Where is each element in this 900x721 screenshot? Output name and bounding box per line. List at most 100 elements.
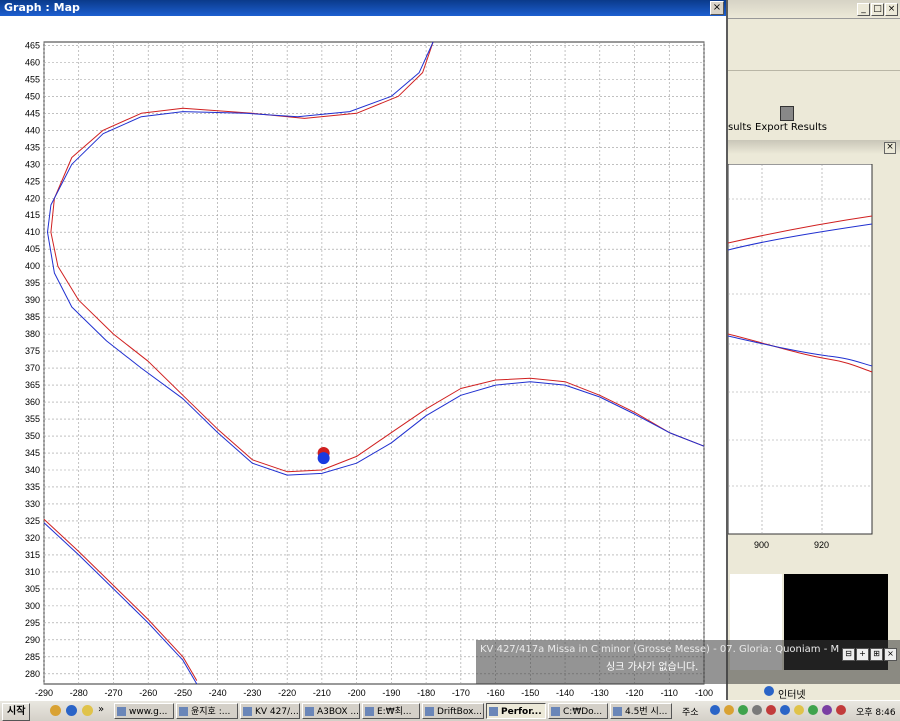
tray-icon[interactable] <box>766 705 776 715</box>
y-tick-label: 445 <box>25 108 40 118</box>
y-tick-label: 420 <box>25 193 40 203</box>
y-tick-label: 430 <box>25 159 40 169</box>
x-tick-label: -190 <box>382 688 400 698</box>
address-bar-label[interactable]: 주소 <box>682 705 699 718</box>
start-button[interactable]: 시작 <box>2 703 31 721</box>
tray-icon[interactable] <box>738 705 748 715</box>
track-title: KV 427/417a Missa in C minor (Grosse Mes… <box>480 644 840 655</box>
y-tick-label: 440 <box>25 125 40 135</box>
export-results-button[interactable]: Export Results <box>755 122 827 133</box>
y-tick-label: 355 <box>25 414 40 424</box>
tray-icon[interactable] <box>710 705 720 715</box>
x-tick-label: -160 <box>487 688 505 698</box>
map-window-title: Graph : Map <box>4 1 80 14</box>
taskbar-item[interactable]: A3BOX ... <box>302 703 360 719</box>
browser-icon[interactable] <box>66 705 77 716</box>
taskbar-item[interactable]: www.g... <box>114 703 174 719</box>
media-overlay: KV 427/417a Missa in C minor (Grosse Mes… <box>476 640 900 684</box>
x-tick-label: -280 <box>70 688 88 698</box>
window-icon <box>179 707 188 716</box>
secondary-titlebar[interactable]: × <box>728 140 900 154</box>
media-mini-button[interactable]: ⊟ <box>842 648 855 661</box>
map-titlebar[interactable]: Graph : Map × <box>0 0 726 16</box>
y-tick-label: 460 <box>25 57 40 67</box>
internet-zone-label: 인터넷 <box>778 690 806 701</box>
media-plus-button[interactable]: + <box>856 648 869 661</box>
tray-icon[interactable] <box>808 705 818 715</box>
y-tick-label: 385 <box>25 312 40 322</box>
y-tick-label: 370 <box>25 363 40 373</box>
y-tick-label: 395 <box>25 278 40 288</box>
tray-icon[interactable] <box>836 705 846 715</box>
x-tick-label: -170 <box>452 688 470 698</box>
x-tick-label: -110 <box>661 688 678 698</box>
taskbar-item[interactable]: C:₩Do... <box>548 703 608 719</box>
y-tick-label: 320 <box>25 533 40 543</box>
tray-icon[interactable] <box>752 705 762 715</box>
results-window: _ □ × sults Export Results <box>728 0 900 140</box>
x-tick-label: -270 <box>104 688 122 698</box>
x-tick-label: -100 <box>695 688 713 698</box>
y-tick-label: 285 <box>25 652 40 662</box>
secondary-close-button[interactable]: × <box>884 142 896 154</box>
y-tick-label: 365 <box>25 380 40 390</box>
y-tick-label: 345 <box>25 448 40 458</box>
toolbar-separator <box>728 70 900 71</box>
tray-icon[interactable] <box>780 705 790 715</box>
tray-icon[interactable] <box>724 705 734 715</box>
window-icon <box>551 707 560 716</box>
player-icon[interactable] <box>82 705 93 716</box>
secondary-x-tick: 900 <box>754 540 769 550</box>
tray-icon[interactable] <box>822 705 832 715</box>
x-tick-label: -140 <box>556 688 574 698</box>
save-icon[interactable] <box>780 106 794 121</box>
taskbar-item-active[interactable]: Perfor... <box>486 703 546 719</box>
plot-area <box>43 41 705 685</box>
results-titlebar[interactable]: _ □ × <box>728 0 900 19</box>
map-close-button[interactable]: × <box>710 1 724 15</box>
y-tick-label: 375 <box>25 346 40 356</box>
results-close-button[interactable]: × <box>885 3 898 16</box>
y-tick-label: 290 <box>25 635 40 645</box>
minimize-button[interactable]: _ <box>857 3 870 16</box>
y-tick-label: 330 <box>25 499 40 509</box>
media-expand-button[interactable]: ⊞ <box>870 648 883 661</box>
y-tick-label: 415 <box>25 210 40 220</box>
y-tick-label: 305 <box>25 584 40 594</box>
y-tick-label: 325 <box>25 516 40 526</box>
x-tick-label: -130 <box>591 688 609 698</box>
x-tick-label: -210 <box>313 688 331 698</box>
x-tick-label: -220 <box>278 688 296 698</box>
secondary-plot[interactable]: 900 920 <box>728 164 900 564</box>
map-window: Graph : Map × -290 -280 -270 -260 -250 -240 -2… <box>0 0 728 700</box>
y-tick-label: 465 <box>25 40 40 50</box>
results-button-label[interactable]: sults <box>728 122 751 133</box>
taskbar-item[interactable]: 4.5번 시... <box>610 703 672 719</box>
x-tick-label: -230 <box>243 688 261 698</box>
x-tick-label: -250 <box>174 688 192 698</box>
y-tick-label: 335 <box>25 482 40 492</box>
y-tick-label: 435 <box>25 142 40 152</box>
window-icon <box>117 707 126 716</box>
y-tick-label: 410 <box>25 227 40 237</box>
taskbar-item[interactable]: 윤지호 :... <box>176 703 238 719</box>
maximize-button[interactable]: □ <box>871 3 884 16</box>
taskbar-item[interactable]: E:₩최... <box>362 703 420 719</box>
taskbar-item[interactable]: DriftBox... <box>422 703 484 719</box>
y-tick-label: 425 <box>25 176 40 186</box>
y-tick-label: 340 <box>25 465 40 475</box>
taskbar-item[interactable]: KV 427/... <box>240 703 300 719</box>
more-quicklaunch-button[interactable]: » <box>98 704 104 715</box>
internet-zone-icon <box>764 686 774 696</box>
y-tick-label: 405 <box>25 244 40 254</box>
lyrics-status: 싱크 가사가 없습니다. <box>606 662 699 673</box>
tray-icon[interactable] <box>794 705 804 715</box>
y-tick-label: 390 <box>25 295 40 305</box>
x-tick-label: -200 <box>348 688 366 698</box>
folder-icon[interactable] <box>50 705 61 716</box>
window-icon <box>425 707 434 716</box>
position-marker-1[interactable] <box>317 452 330 465</box>
map-plot[interactable]: -290 -280 -270 -260 -250 -240 -230 -220 -210 -200… <box>0 16 726 700</box>
media-close-button[interactable]: × <box>884 648 897 661</box>
y-tick-label: 455 <box>25 74 40 84</box>
